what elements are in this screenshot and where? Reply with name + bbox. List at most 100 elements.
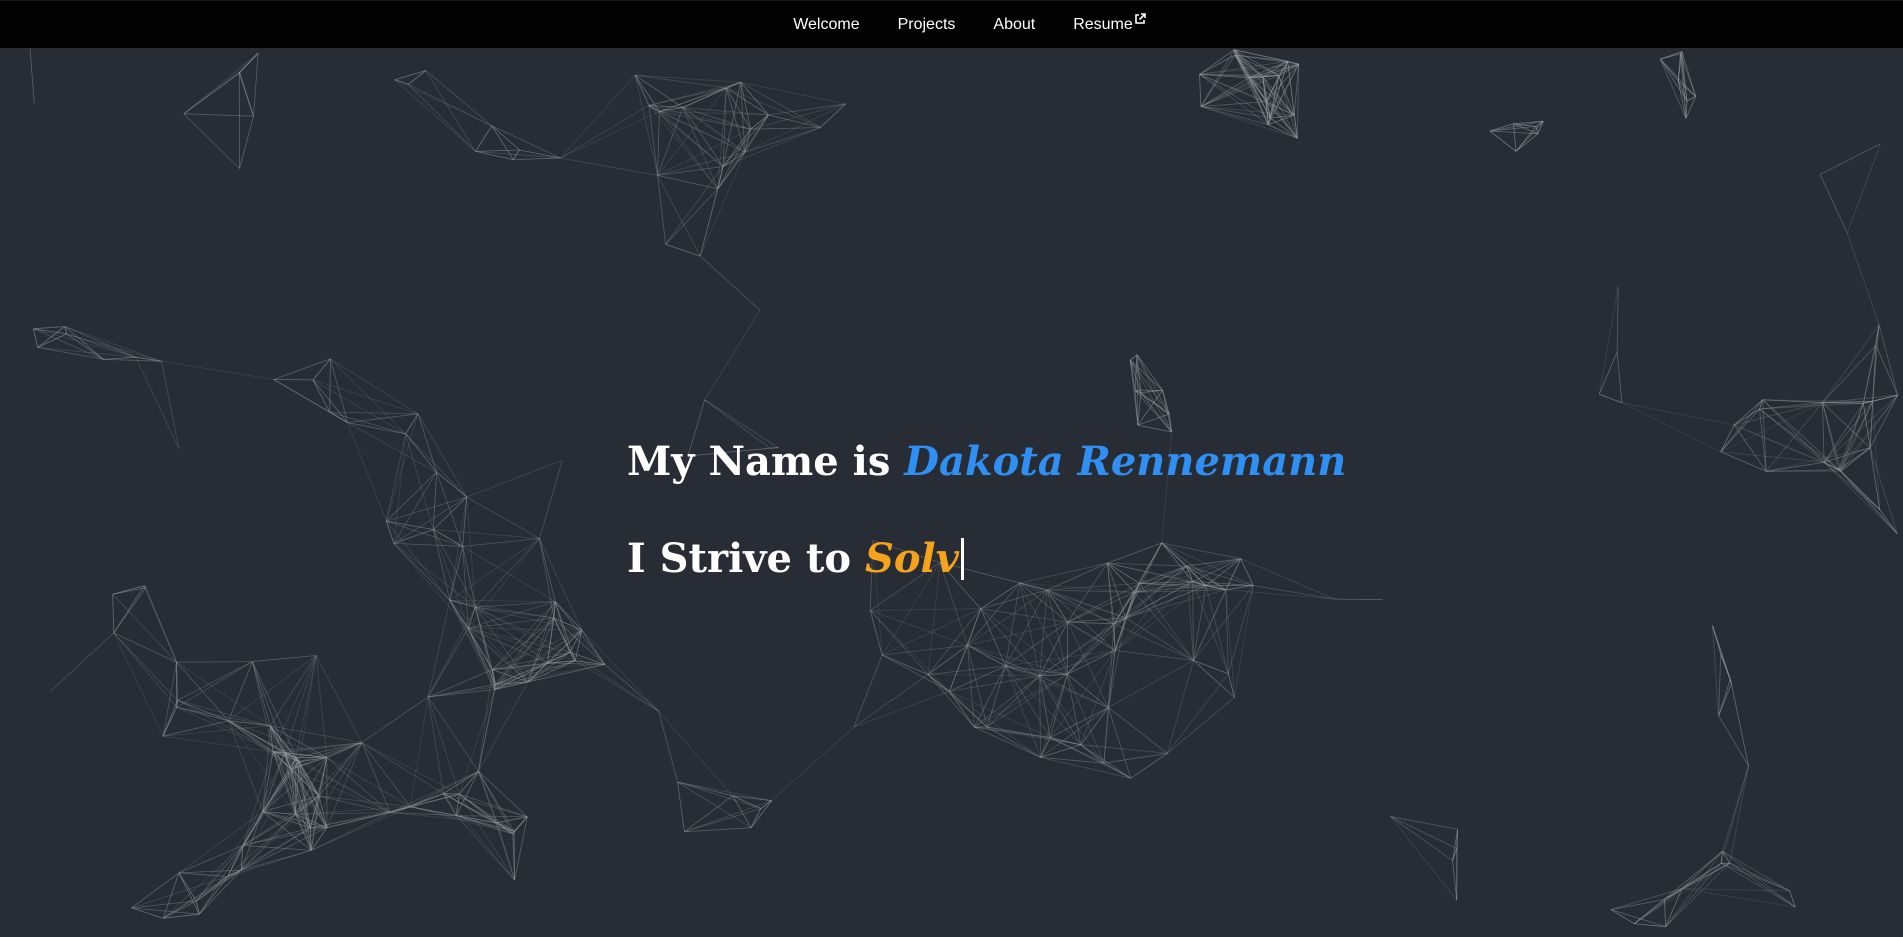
network-edge xyxy=(161,361,180,449)
network-edge xyxy=(1879,509,1898,534)
network-edge xyxy=(183,73,240,115)
network-edge xyxy=(347,422,387,522)
network-edge xyxy=(1199,74,1202,107)
network-edge xyxy=(162,707,178,737)
network-edge xyxy=(870,608,981,611)
network-edge xyxy=(425,70,476,152)
network-edge xyxy=(330,358,419,415)
network-edge xyxy=(1598,286,1619,395)
network-edge xyxy=(853,654,883,728)
network-edge xyxy=(408,70,427,85)
network-edge xyxy=(1718,715,1749,767)
network-edge xyxy=(1823,447,1871,463)
nav-link-resume-label: Resume xyxy=(1073,15,1133,33)
network-edge xyxy=(1822,324,1880,403)
network-edge xyxy=(178,872,197,902)
network-edge xyxy=(386,520,463,547)
network-edge xyxy=(329,411,419,415)
network-edge xyxy=(1633,862,1730,925)
network-edge xyxy=(967,645,1068,675)
network-edge xyxy=(1390,816,1453,861)
network-edge xyxy=(967,621,1068,646)
network-edge xyxy=(744,127,821,153)
network-edge xyxy=(1621,402,1735,426)
hero-name: Dakota Rennemann xyxy=(904,438,1347,485)
network-edge xyxy=(390,793,444,813)
typing-cursor xyxy=(960,538,964,580)
network-edge xyxy=(33,326,65,330)
network-edge xyxy=(634,75,658,176)
network-edge xyxy=(539,538,556,602)
network-edge xyxy=(408,84,476,152)
network-edge xyxy=(1729,679,1749,767)
network-edge xyxy=(385,521,395,544)
network-edge xyxy=(1734,402,1823,426)
network-edge xyxy=(1872,324,1880,402)
network-edge xyxy=(1066,623,1115,675)
network-edge xyxy=(1513,120,1544,125)
external-link-icon xyxy=(1134,12,1146,24)
network-edge xyxy=(1616,286,1619,353)
network-edge xyxy=(298,655,317,762)
network-edge xyxy=(659,87,727,112)
network-edge xyxy=(1712,625,1719,716)
nav-link-resume[interactable]: Resume xyxy=(1054,12,1165,34)
network-edge xyxy=(1129,360,1173,433)
network-edge xyxy=(393,529,434,544)
network-edge xyxy=(162,720,229,737)
network-edge xyxy=(853,691,950,728)
network-edge xyxy=(1822,344,1877,403)
network-edge xyxy=(575,660,659,712)
network-edge xyxy=(980,582,1021,610)
network-edge xyxy=(1080,707,1109,746)
network-edge xyxy=(466,459,563,498)
network-edge xyxy=(242,845,312,851)
network-edge xyxy=(1681,888,1796,908)
network-edge xyxy=(183,52,259,115)
network-edge xyxy=(462,538,540,547)
network-edge xyxy=(467,627,496,690)
network-edge xyxy=(161,360,274,380)
network-edge xyxy=(657,175,701,257)
network-edge xyxy=(604,664,659,712)
network-edge xyxy=(1108,660,1194,708)
network-edge xyxy=(771,726,855,801)
network-edge xyxy=(1846,232,1880,325)
network-edge xyxy=(50,632,114,692)
network-edge xyxy=(1125,617,1194,661)
network-edge xyxy=(163,845,244,919)
network-edge xyxy=(684,800,772,833)
network-edge xyxy=(1513,123,1517,152)
network-edge xyxy=(677,781,761,809)
network-edge xyxy=(1049,650,1116,738)
network-edge xyxy=(347,413,419,423)
network-edge xyxy=(1167,696,1235,754)
network-edge xyxy=(682,87,727,108)
network-edge xyxy=(1108,707,1168,754)
network-edge xyxy=(1137,392,1142,426)
network-edge xyxy=(1130,752,1168,779)
network-edge xyxy=(195,811,264,902)
network-edge xyxy=(394,79,476,152)
network-edge xyxy=(1113,623,1194,661)
network-edge xyxy=(478,681,529,772)
network-edge xyxy=(492,601,556,670)
nav-link-projects[interactable]: Projects xyxy=(879,16,975,34)
network-edge xyxy=(657,175,666,245)
network-edge xyxy=(443,793,460,795)
network-edge xyxy=(409,696,429,807)
network-edge xyxy=(113,632,177,663)
hero-typed-line: I Strive to Solv xyxy=(627,535,1346,583)
network-edge xyxy=(704,309,761,401)
network-edge xyxy=(1598,351,1618,395)
network-edge xyxy=(432,472,437,530)
nav-link-welcome[interactable]: Welcome xyxy=(774,16,878,34)
network-edge xyxy=(393,496,467,544)
network-edge xyxy=(361,742,444,794)
network-edge xyxy=(37,347,104,360)
network-edge xyxy=(1040,757,1131,779)
network-edge xyxy=(1720,862,1796,908)
network-edge xyxy=(478,684,496,772)
hero-intro: My Name is Dakota Rennemann I Strive to … xyxy=(627,438,1346,583)
nav-link-about[interactable]: About xyxy=(974,16,1054,34)
